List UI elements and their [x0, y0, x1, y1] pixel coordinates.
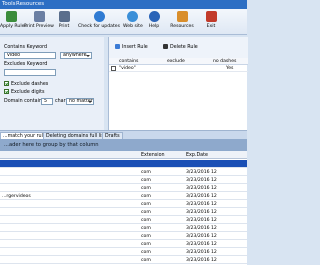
cell-extension: com: [141, 234, 151, 239]
table-row[interactable]: com 3/23/2016 12: [0, 232, 247, 240]
table-row[interactable]: com 3/23/2016 12: [0, 224, 247, 232]
cell-extension: com: [141, 178, 151, 183]
insert-rule-button[interactable]: Insert Rule: [115, 44, 148, 50]
row-checkbox[interactable]: [111, 66, 116, 71]
cell-exp-date: 3/23/2016 12: [186, 202, 217, 207]
contains-keyword-input[interactable]: video: [4, 52, 56, 59]
table-row[interactable]: com 3/23/2016 12: [0, 200, 247, 208]
table-row[interactable]: com 3/23/2016 12: [0, 176, 247, 184]
exit-icon: [205, 11, 217, 22]
cell-exp-date: 3/23/2016 12: [186, 234, 217, 239]
menu-resources[interactable]: Resources: [16, 1, 44, 7]
header-no-dashes[interactable]: no dashes: [213, 59, 236, 64]
cell-exp-date: 3/23/2016 12: [186, 218, 217, 223]
table-row[interactable]: [0, 160, 247, 168]
cell-extension: com: [141, 242, 151, 247]
cell-exp-date: 3/23/2016 12: [186, 194, 217, 199]
cell-extension: com: [141, 202, 151, 207]
table-row[interactable]: com 3/23/2016 12: [0, 184, 247, 192]
rules-header: contains exclude no dashes: [109, 58, 248, 65]
rules-toolbar: Insert Rule Delete Rule: [109, 37, 248, 58]
menu-bar: Tools Resources: [0, 0, 247, 9]
cell-exp-date: 3/23/2016 12: [186, 250, 217, 255]
cell-extension: com: [141, 250, 151, 255]
exclude-dashes-checkbox[interactable]: Exclude dashes: [4, 81, 48, 87]
cell-exp-date: 3/23/2016 12: [186, 258, 217, 263]
web-site-button[interactable]: Web site: [123, 11, 143, 33]
no-matter-select[interactable]: no matter: [66, 98, 94, 105]
table-row[interactable]: com 3/23/2016 12: [0, 240, 247, 248]
apply-rules-button[interactable]: Apply Rules: [0, 11, 27, 33]
cell-extension: com: [141, 218, 151, 223]
excludes-keyword-label: Excludes Keyword: [4, 62, 48, 67]
table-row[interactable]: com 3/23/2016 12: [0, 256, 247, 264]
print-button[interactable]: Print: [57, 11, 71, 33]
table-row[interactable]: com 3/23/2016 12: [0, 208, 247, 216]
header-contains[interactable]: contains: [119, 59, 138, 64]
toolbar: Apply Rules Print Preview Print Check fo…: [0, 9, 247, 35]
domain-contains-label: Domain contains: [4, 99, 45, 104]
cell-extension: com: [141, 210, 151, 215]
cell-extension: com: [141, 170, 151, 175]
cell-exp-date: 3/23/2016 12: [186, 210, 217, 215]
grid-header: Extension Exp.Date: [0, 151, 247, 159]
print-preview-button[interactable]: Print Preview: [24, 11, 54, 33]
exit-button[interactable]: Exit: [204, 11, 218, 33]
header-exclude[interactable]: exclude: [167, 59, 185, 64]
rules-list-panel: Insert Rule Delete Rule contains exclude…: [108, 37, 248, 130]
header-exp-date[interactable]: Exp.Date: [186, 153, 208, 158]
rule-row[interactable]: "video" Yes: [109, 65, 248, 72]
cell-exp-date: 3/23/2016 12: [186, 170, 217, 175]
help-button[interactable]: Help: [147, 11, 161, 33]
print-preview-icon: [33, 11, 45, 22]
exclude-digits-checkbox[interactable]: Exclude digits: [4, 89, 44, 95]
cell-extension: com: [141, 258, 151, 263]
rule-editor-panel: Contains Keyword video anywhere Excludes…: [0, 37, 104, 130]
minus-icon: [163, 44, 168, 49]
resources-icon: [176, 11, 188, 22]
cell-extension: com: [141, 194, 151, 199]
cell-exp-date: 3/23/2016 12: [186, 178, 217, 183]
checkbox-checked-icon: [4, 89, 9, 94]
match-position-select[interactable]: anywhere: [60, 52, 92, 59]
delete-rule-button[interactable]: Delete Rule: [163, 44, 198, 50]
domain-contains-input[interactable]: 5: [41, 98, 53, 105]
header-extension[interactable]: Extension: [141, 153, 165, 158]
domains-grid: Extension Exp.Date com 3/23/2016 12 com 3/2…: [0, 151, 247, 265]
cell-extension: com: [141, 226, 151, 231]
cell-extension: com: [141, 186, 151, 191]
table-row[interactable]: com 3/23/2016 12: [0, 216, 247, 224]
table-row[interactable]: com 3/23/2016 12: [0, 168, 247, 176]
printer-icon: [58, 11, 70, 22]
menu-tools[interactable]: Tools: [2, 1, 16, 7]
group-by-hint: ...ader here to group by that column: [4, 142, 99, 148]
table-row[interactable]: com 3/23/2016 12: [0, 248, 247, 256]
group-by-panel[interactable]: ...ader here to group by that column: [0, 139, 247, 151]
cell-exp-date: 3/23/2016 12: [186, 186, 217, 191]
plus-icon: [115, 44, 120, 49]
tabs-bar: ...match your rules Deleting domains ful…: [0, 130, 247, 140]
cell-domain: ...rgervideos: [2, 194, 31, 199]
table-row[interactable]: ...rgervideos com 3/23/2016 12: [0, 192, 247, 200]
excludes-keyword-input[interactable]: [4, 69, 56, 76]
check-updates-button[interactable]: Check for updates: [78, 11, 120, 33]
char-label: char: [55, 99, 66, 104]
checkbox-checked-icon: [4, 81, 9, 86]
apply-rules-icon: [5, 11, 17, 22]
help-icon: [148, 11, 160, 22]
globe-icon: [126, 11, 138, 22]
cell-exp-date: 3/23/2016 12: [186, 242, 217, 247]
resources-button[interactable]: Resources: [168, 11, 196, 33]
update-icon: [93, 11, 105, 22]
cell-exp-date: 3/23/2016 12: [186, 226, 217, 231]
contains-keyword-label: Contains Keyword: [4, 45, 48, 50]
